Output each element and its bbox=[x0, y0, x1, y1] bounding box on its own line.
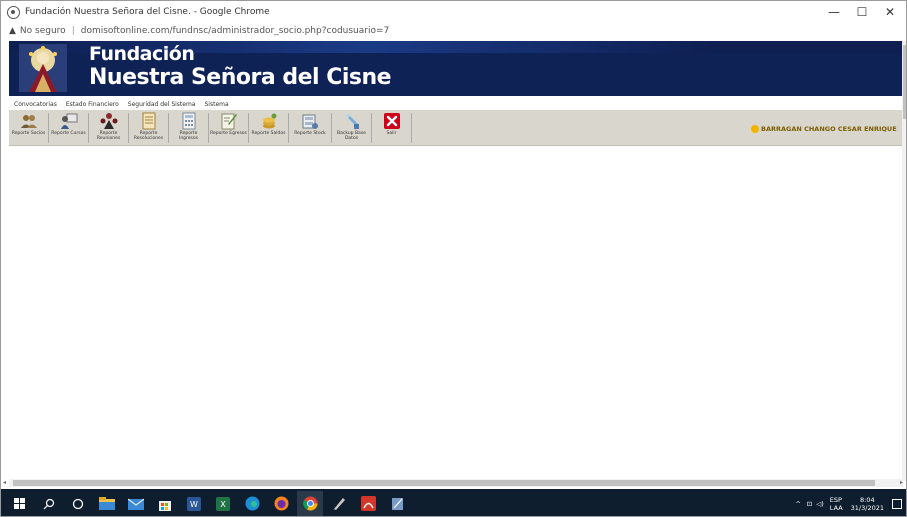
maximize-button[interactable]: ☐ bbox=[848, 1, 876, 23]
coins-icon bbox=[262, 113, 276, 129]
start-icon[interactable] bbox=[7, 491, 33, 517]
backup-base-datos-button[interactable]: Backup Base Datos bbox=[332, 110, 371, 146]
svg-text:X: X bbox=[220, 500, 226, 509]
windows-taskbar: W X bbox=[1, 489, 906, 517]
chrome-icon bbox=[7, 5, 20, 19]
browser-window: Fundación Nuestra Señora del Cisne. - Go… bbox=[0, 0, 907, 517]
exit-icon bbox=[383, 113, 400, 129]
reporte-cursos-button[interactable]: Reporte Cursos bbox=[49, 110, 88, 146]
cortana-icon[interactable] bbox=[65, 491, 91, 517]
inventory-icon bbox=[302, 114, 318, 129]
clock-date: 31/3/2021 bbox=[850, 503, 884, 512]
pencil-app-icon[interactable] bbox=[326, 491, 352, 517]
site-banner: Fundación Nuestra Señora del Cisne bbox=[9, 41, 903, 96]
menu-bar: Convocatorias Estado Financiero Segurida… bbox=[9, 98, 903, 110]
reporte-egresos-button[interactable]: Reporte Egresos bbox=[209, 110, 248, 146]
notes-icon[interactable] bbox=[384, 491, 410, 517]
language-indicator[interactable]: ESP LAA bbox=[830, 496, 843, 512]
banner-title-line1: Fundación bbox=[89, 43, 195, 65]
reporte-resoluciones-button[interactable]: Reporte Resoluciones bbox=[129, 110, 168, 146]
mail-icon[interactable] bbox=[123, 491, 149, 517]
svg-text:W: W bbox=[190, 500, 198, 509]
vertical-scroll-thumb[interactable] bbox=[903, 45, 906, 119]
banner-title-line2: Nuestra Señora del Cisne bbox=[89, 65, 392, 90]
user-name: BARRAGAN CHANGO CESAR ENRIQUE bbox=[761, 125, 897, 133]
notification-icon[interactable] bbox=[892, 498, 902, 509]
system-tray: ^ ⊡ ◁) ESP LAA 8:04 31/3/2021 bbox=[795, 489, 902, 516]
minimize-button[interactable]: — bbox=[820, 1, 848, 23]
horizontal-scroll-thumb[interactable] bbox=[13, 480, 875, 486]
volume-icon[interactable]: ◁) bbox=[816, 500, 824, 508]
document-icon bbox=[142, 112, 155, 130]
reporte-stock-button[interactable]: Reporte Stock bbox=[289, 110, 331, 146]
title-bar: Fundación Nuestra Señora del Cisne. - Go… bbox=[1, 1, 906, 23]
url-text[interactable]: domisoftonline.com/fundnsc/administrador… bbox=[81, 26, 390, 36]
excel-icon[interactable]: X bbox=[210, 491, 236, 517]
menu-sistema[interactable]: Sistema bbox=[204, 101, 228, 108]
network-icon[interactable]: ⊡ bbox=[807, 500, 812, 508]
person-board-icon bbox=[60, 113, 77, 129]
menu-convocatorias[interactable]: Convocatorias bbox=[14, 101, 57, 108]
virgin-logo-icon bbox=[19, 44, 67, 92]
scroll-left-icon[interactable]: ◂ bbox=[3, 479, 6, 486]
store-icon[interactable] bbox=[152, 491, 178, 517]
reporte-ingresos-button[interactable]: Reporte Ingresos bbox=[169, 110, 208, 146]
edit-document-icon bbox=[221, 113, 237, 130]
clock-time: 8:04 bbox=[860, 495, 875, 504]
word-icon[interactable]: W bbox=[181, 491, 207, 517]
chevron-up-icon[interactable]: ^ bbox=[795, 500, 800, 508]
user-status-icon bbox=[751, 125, 759, 133]
lang-code: ESP bbox=[829, 495, 842, 504]
security-label: No seguro bbox=[19, 26, 66, 36]
scroll-right-icon[interactable]: ▸ bbox=[900, 479, 903, 486]
backup-icon bbox=[345, 114, 359, 129]
menu-seguridad[interactable]: Seguridad del Sistema bbox=[128, 101, 196, 108]
firefox-icon[interactable] bbox=[268, 491, 294, 517]
reporte-saldos-button[interactable]: Reporte Saldos bbox=[249, 110, 288, 146]
window-title: Fundación Nuestra Señora del Cisne. - Go… bbox=[25, 7, 270, 17]
meeting-icon bbox=[100, 113, 117, 129]
menu-estado-financiero[interactable]: Estado Financiero bbox=[66, 101, 119, 108]
acrobat-icon[interactable] bbox=[355, 491, 381, 517]
search-icon[interactable] bbox=[36, 491, 62, 517]
horizontal-scrollbar[interactable]: ◂ ▸ bbox=[3, 479, 903, 487]
main-content-area bbox=[9, 147, 903, 477]
users-icon bbox=[20, 115, 37, 128]
toolbar-divider bbox=[411, 113, 412, 143]
vertical-scrollbar[interactable] bbox=[902, 41, 906, 481]
reporte-socios-button[interactable]: Reporte Socios bbox=[9, 110, 48, 146]
clock[interactable]: 8:04 31/3/2021 bbox=[851, 496, 884, 512]
close-button[interactable]: ✕ bbox=[876, 1, 904, 23]
warning-icon: ▲ bbox=[9, 26, 16, 36]
layout-code: LAA bbox=[829, 503, 843, 512]
logged-user: BARRAGAN CHANGO CESAR ENRIQUE bbox=[751, 125, 897, 133]
reporte-reuniones-button[interactable]: Reporte Reuniones bbox=[89, 110, 128, 146]
edge-icon[interactable] bbox=[239, 491, 265, 517]
chrome-taskbar-icon[interactable] bbox=[297, 490, 323, 516]
file-explorer-icon[interactable] bbox=[94, 491, 120, 517]
divider: | bbox=[71, 26, 75, 36]
salir-button[interactable]: Salir bbox=[372, 110, 411, 146]
calculator-icon bbox=[182, 112, 195, 130]
address-bar[interactable]: ▲ No seguro | domisoftonline.com/fundnsc… bbox=[1, 23, 906, 39]
